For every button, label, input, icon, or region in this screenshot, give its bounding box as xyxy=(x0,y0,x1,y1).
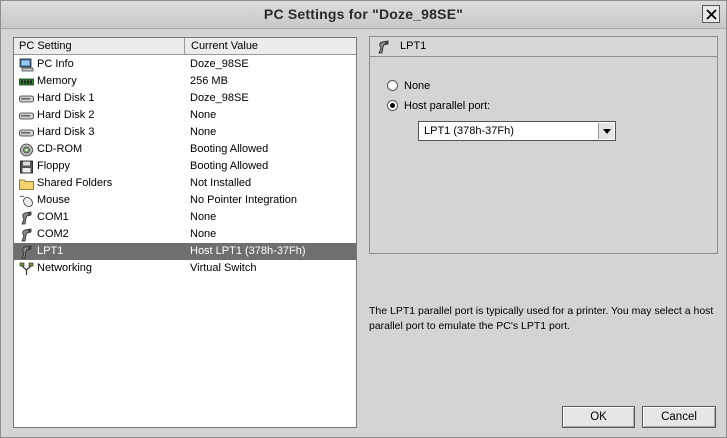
list-item-pc-info[interactable]: PC Info Doze_98SE xyxy=(14,56,356,73)
hard-disk-icon xyxy=(18,108,34,123)
setting-label: Floppy xyxy=(37,160,71,172)
list-item-mouse[interactable]: Mouse No Pointer Integration xyxy=(14,192,356,209)
radio-host-parallel-port-label: Host parallel port: xyxy=(404,99,491,112)
setting-value: None xyxy=(190,126,217,138)
setting-label: PC Info xyxy=(37,58,74,70)
host-port-select-value: LPT1 (378h-37Fh) xyxy=(424,125,514,137)
detail-header: LPT1 xyxy=(370,37,717,57)
hard-disk-icon xyxy=(18,91,34,106)
setting-value: Doze_98SE xyxy=(190,58,249,70)
list-item-cd-rom[interactable]: CD-ROM Booting Allowed xyxy=(14,141,356,158)
list-item-shared-folders[interactable]: Shared Folders Not Installed xyxy=(14,175,356,192)
port-icon xyxy=(18,210,34,225)
detail-panel: LPT1 None Host parallel port: LPT1 (378h… xyxy=(369,36,718,254)
setting-value: None xyxy=(190,228,217,240)
hard-disk-icon xyxy=(18,125,34,140)
setting-value: Booting Allowed xyxy=(190,160,269,172)
network-icon xyxy=(18,261,34,276)
radio-host-parallel-port-button[interactable] xyxy=(387,100,398,111)
dropdown-arrow-button[interactable] xyxy=(598,123,614,139)
setting-value: No Pointer Integration xyxy=(190,194,298,206)
close-icon xyxy=(705,8,717,20)
cancel-button[interactable]: Cancel xyxy=(642,406,716,428)
setting-value: Booting Allowed xyxy=(190,143,269,155)
radio-none-label: None xyxy=(404,79,431,92)
setting-label: CD-ROM xyxy=(37,143,83,155)
folder-icon xyxy=(18,176,34,191)
host-port-select[interactable]: LPT1 (378h-37Fh) xyxy=(418,121,616,141)
column-header-value[interactable]: Current Value xyxy=(186,38,356,54)
pc-info-icon xyxy=(18,57,34,72)
floppy-icon xyxy=(18,159,34,174)
detail-title: LPT1 xyxy=(400,40,427,52)
setting-label: Hard Disk 1 xyxy=(37,92,95,104)
list-item-hard-disk-1[interactable]: Hard Disk 1 Doze_98SE xyxy=(14,90,356,107)
setting-label: Hard Disk 3 xyxy=(37,126,95,138)
cd-rom-icon xyxy=(18,142,34,157)
pc-settings-dialog: PC Settings for "Doze_98SE" PC Setting C… xyxy=(0,0,727,438)
setting-label: Memory xyxy=(37,75,77,87)
radio-none-button[interactable] xyxy=(387,80,398,91)
column-header-setting[interactable]: PC Setting xyxy=(14,38,185,54)
list-item-networking[interactable]: Networking Virtual Switch xyxy=(14,260,356,277)
port-icon xyxy=(18,227,34,242)
mouse-icon xyxy=(18,193,34,208)
list-item-com2[interactable]: COM2 None xyxy=(14,226,356,243)
setting-label: Shared Folders xyxy=(37,177,113,189)
list-header: PC Setting Current Value xyxy=(14,38,356,55)
list-item-com1[interactable]: COM1 None xyxy=(14,209,356,226)
radio-none[interactable]: None xyxy=(387,78,430,93)
list-item-memory[interactable]: Memory 256 MB xyxy=(14,73,356,90)
setting-label: COM1 xyxy=(37,211,69,223)
setting-value: Doze_98SE xyxy=(190,92,249,104)
list-item-lpt1[interactable]: LPT1 Host LPT1 (378h-37Fh) xyxy=(14,243,356,260)
setting-label: Mouse xyxy=(37,194,71,206)
setting-label: LPT1 xyxy=(37,245,64,257)
list-item-floppy[interactable]: Floppy Booting Allowed xyxy=(14,158,356,175)
setting-value: None xyxy=(190,211,217,223)
port-icon xyxy=(18,244,34,259)
settings-rows: PC Info Doze_98SE Memory 256 MB Hard Disk 1 D… xyxy=(14,56,356,277)
list-item-hard-disk-3[interactable]: Hard Disk 3 None xyxy=(14,124,356,141)
ok-button[interactable]: OK xyxy=(562,406,635,428)
setting-value: Virtual Switch xyxy=(190,262,257,274)
setting-label: Hard Disk 2 xyxy=(37,109,95,121)
setting-value: Not Installed xyxy=(190,177,252,189)
setting-label: COM2 xyxy=(37,228,69,240)
close-button[interactable] xyxy=(702,5,720,23)
radio-host-parallel-port[interactable]: Host parallel port: xyxy=(387,98,490,113)
setting-value: None xyxy=(190,109,217,121)
memory-icon xyxy=(18,74,34,89)
title-bar: PC Settings for "Doze_98SE" xyxy=(1,1,726,29)
chevron-down-icon xyxy=(602,128,611,134)
setting-value: 256 MB xyxy=(190,75,228,87)
description-text: The LPT1 parallel port is typically used… xyxy=(369,305,714,332)
window-title: PC Settings for "Doze_98SE" xyxy=(263,6,464,22)
list-item-hard-disk-2[interactable]: Hard Disk 2 None xyxy=(14,107,356,124)
settings-list[interactable]: PC Setting Current Value PC Info Doze_98S… xyxy=(13,37,357,428)
setting-value: Host LPT1 (378h-37Fh) xyxy=(190,245,306,257)
port-icon xyxy=(376,40,391,54)
setting-label: Networking xyxy=(37,262,93,274)
